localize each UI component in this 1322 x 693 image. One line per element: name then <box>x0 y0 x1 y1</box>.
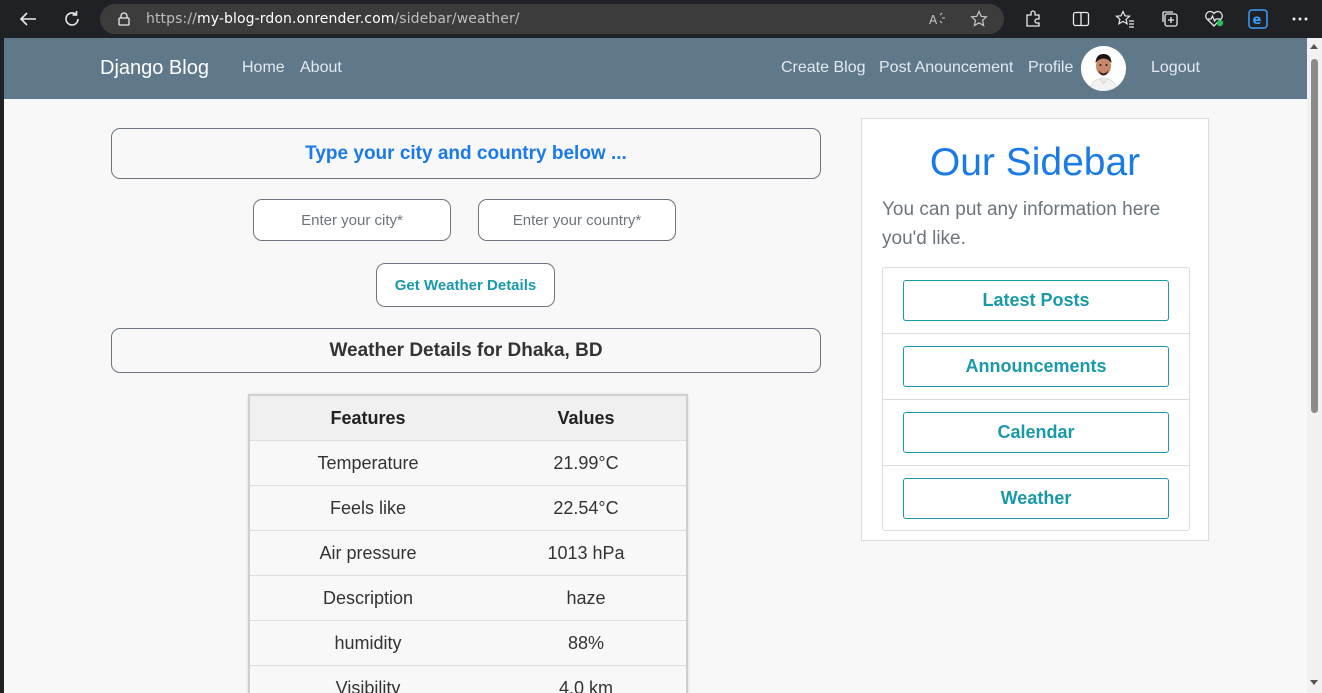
table-cell-value: 4.0 km <box>558 677 614 693</box>
scroll-up-arrow-icon[interactable] <box>1310 44 1318 49</box>
table-cell-feature: Visibility <box>335 677 401 693</box>
weather-details-heading: Weather Details for Dhaka, BD <box>111 328 821 373</box>
sidebar-title: Our Sidebar <box>929 141 1141 184</box>
nav-link-profile[interactable]: Profile <box>1028 59 1073 77</box>
nav-link-home[interactable]: Home <box>242 59 285 77</box>
nav-link-about[interactable]: About <box>300 59 342 77</box>
collections-icon[interactable] <box>1158 8 1182 30</box>
brand-link[interactable]: Django Blog <box>100 57 209 80</box>
weather-prompt-heading: Type your city and country below ... <box>111 128 821 179</box>
list-item: Announcements <box>883 334 1189 400</box>
list-item: Latest Posts <box>883 268 1189 334</box>
table-cell-value: 21.99°C <box>553 452 619 473</box>
list-item: Weather <box>883 466 1189 532</box>
weather-table: Features Values Temperature 21.99°C Feel… <box>248 394 688 693</box>
table-cell-value: 88% <box>567 632 605 653</box>
announcements-button[interactable]: Announcements <box>903 346 1169 387</box>
table-row: humidity 88% <box>250 621 686 666</box>
table-row: Feels like 22.54°C <box>250 486 686 531</box>
table-row: Air pressure 1013 hPa <box>250 531 686 576</box>
address-bar[interactable]: https://my-blog-rdon.onrender.com/sideba… <box>100 4 1004 34</box>
table-header-values: Values <box>557 407 615 428</box>
table-cell-feature: humidity <box>334 632 402 653</box>
browser-essentials-icon[interactable] <box>1202 8 1226 30</box>
weather-button[interactable]: Weather <box>903 478 1169 519</box>
country-input[interactable] <box>478 199 676 241</box>
get-weather-button[interactable]: Get Weather Details <box>376 263 555 307</box>
table-header-row: Features Values <box>250 396 686 441</box>
page-viewport: Django Blog Home About Create Blog Post … <box>4 38 1322 693</box>
nav-link-logout[interactable]: Logout <box>1151 59 1200 77</box>
site-navbar: Django Blog Home About Create Blog Post … <box>4 38 1307 99</box>
edge-copilot-icon[interactable]: e <box>1246 8 1270 30</box>
nav-link-create-blog[interactable]: Create Blog <box>781 59 866 77</box>
scroll-down-arrow-icon[interactable] <box>1310 680 1318 685</box>
table-cell-value: 22.54°C <box>553 497 619 518</box>
list-item: Calendar <box>883 400 1189 466</box>
svg-text:A: A <box>929 13 938 26</box>
back-arrow-icon[interactable] <box>14 6 42 32</box>
split-screen-icon[interactable] <box>1069 8 1093 30</box>
table-cell-feature: Temperature <box>317 452 419 473</box>
calendar-button[interactable]: Calendar <box>903 412 1169 453</box>
table-cell-value: haze <box>566 587 606 608</box>
sidebar-button-list: Latest Posts Announcements Calendar Weat… <box>882 267 1190 531</box>
city-input[interactable] <box>253 199 451 241</box>
table-cell-feature: Air pressure <box>319 542 417 563</box>
read-aloud-icon[interactable]: A <box>928 10 948 28</box>
favorite-star-icon[interactable] <box>969 10 989 28</box>
url-text: https://my-blog-rdon.onrender.com/sideba… <box>146 11 520 27</box>
avatar[interactable] <box>1081 46 1126 91</box>
table-cell-feature: Feels like <box>329 497 407 518</box>
latest-posts-button[interactable]: Latest Posts <box>903 280 1169 321</box>
sidebar-description: You can put any information here you'd l… <box>882 199 1161 249</box>
scrollbar-thumb[interactable] <box>1311 59 1318 413</box>
table-row: Visibility 4.0 km <box>250 666 686 693</box>
table-header-features: Features <box>330 407 406 428</box>
table-cell-feature: Description <box>322 587 414 608</box>
table-cell-value: 1013 hPa <box>547 542 625 563</box>
svg-text:e: e <box>1253 13 1262 28</box>
sidebar-card: Our Sidebar You can put any information … <box>861 118 1209 541</box>
table-row: Description haze <box>250 576 686 621</box>
more-menu-icon[interactable] <box>1288 8 1312 30</box>
nav-link-post-announcement[interactable]: Post Anouncement <box>879 59 1013 77</box>
refresh-icon[interactable] <box>58 6 86 32</box>
browser-toolbar: https://my-blog-rdon.onrender.com/sideba… <box>0 0 1322 38</box>
extensions-icon[interactable] <box>1021 8 1045 30</box>
lock-icon[interactable] <box>116 11 132 27</box>
page-scrollbar[interactable] <box>1307 38 1322 693</box>
table-row: Temperature 21.99°C <box>250 441 686 486</box>
favorites-icon[interactable] <box>1113 8 1137 30</box>
